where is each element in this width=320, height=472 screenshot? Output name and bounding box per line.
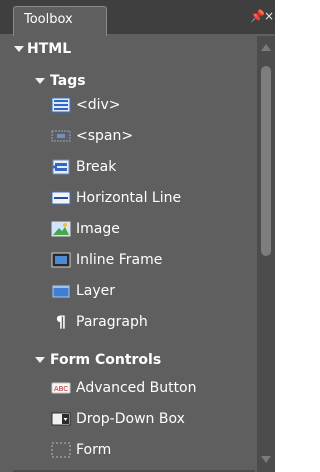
toolbox-tab-label: Toolbox xyxy=(24,12,73,27)
collapse-caret-icon xyxy=(35,357,45,363)
advanced-button-icon: ABC xyxy=(51,382,71,394)
tag-item-paragraph[interactable]: ¶ Paragraph xyxy=(13,309,233,335)
inline-frame-icon xyxy=(51,252,71,268)
collapse-caret-icon xyxy=(35,78,45,84)
form-item-drop-down-box-label: Drop-Down Box xyxy=(76,411,185,427)
toolbox-tab[interactable]: Toolbox xyxy=(13,6,107,36)
tag-item-image[interactable]: Image xyxy=(13,216,233,242)
form-item-advanced-button-label: Advanced Button xyxy=(76,380,197,396)
layer-icon xyxy=(52,285,70,298)
span-tag-icon xyxy=(51,130,71,142)
scroll-thumb[interactable] xyxy=(261,66,271,256)
close-icon[interactable]: × xyxy=(264,10,274,22)
toolbox-content: HTML Tags <div> <span> Break Horizontal … xyxy=(13,36,255,472)
drop-down-box-icon xyxy=(51,412,71,426)
form-item-form-label: Form xyxy=(76,442,112,458)
toolbox-panel: Toolbox 📌 × HTML Tags <div> <span> Break… xyxy=(0,0,275,472)
tag-item-break-label: Break xyxy=(76,159,117,175)
tag-item-div[interactable]: <div> xyxy=(13,92,233,118)
paragraph-icon: ¶ xyxy=(55,312,67,331)
tag-item-inline-frame[interactable]: Inline Frame xyxy=(13,247,233,273)
tag-item-break[interactable]: Break xyxy=(13,154,233,180)
section-tags[interactable]: Tags xyxy=(13,68,243,94)
tag-item-paragraph-label: Paragraph xyxy=(76,314,148,330)
pin-icon[interactable]: 📌 xyxy=(250,10,265,22)
collapse-caret-icon xyxy=(14,46,24,52)
section-form-controls[interactable]: Form Controls xyxy=(13,347,243,373)
tag-item-horizontal-line-label: Horizontal Line xyxy=(76,190,182,206)
toolbox-titlebar: Toolbox 📌 × xyxy=(0,0,275,36)
div-tag-icon xyxy=(51,97,71,113)
image-icon xyxy=(51,221,71,237)
form-icon xyxy=(51,442,71,458)
section-form-controls-label: Form Controls xyxy=(50,352,162,368)
scroll-down-icon[interactable] xyxy=(261,456,271,463)
tag-item-span[interactable]: <span> xyxy=(13,123,233,149)
section-tags-label: Tags xyxy=(50,73,86,89)
tag-item-span-label: <span> xyxy=(76,128,134,144)
tag-item-div-label: <div> xyxy=(76,97,121,113)
tag-item-layer[interactable]: Layer xyxy=(13,278,233,304)
tag-item-horizontal-line[interactable]: Horizontal Line xyxy=(13,185,233,211)
form-item-drop-down-box[interactable]: Drop-Down Box xyxy=(13,406,233,432)
break-icon xyxy=(52,159,70,175)
tag-item-inline-frame-label: Inline Frame xyxy=(76,252,163,268)
section-html[interactable]: HTML xyxy=(13,36,243,62)
form-item-advanced-button[interactable]: ABC Advanced Button xyxy=(13,375,233,401)
svg-text:ABC: ABC xyxy=(54,385,68,393)
form-item-form[interactable]: Form xyxy=(13,437,233,463)
scroll-up-icon[interactable] xyxy=(261,44,271,51)
section-html-label: HTML xyxy=(27,41,72,57)
vertical-scrollbar[interactable] xyxy=(257,36,275,472)
tag-item-layer-label: Layer xyxy=(76,283,116,299)
horizontal-line-icon xyxy=(51,191,71,205)
tag-item-image-label: Image xyxy=(76,221,120,237)
